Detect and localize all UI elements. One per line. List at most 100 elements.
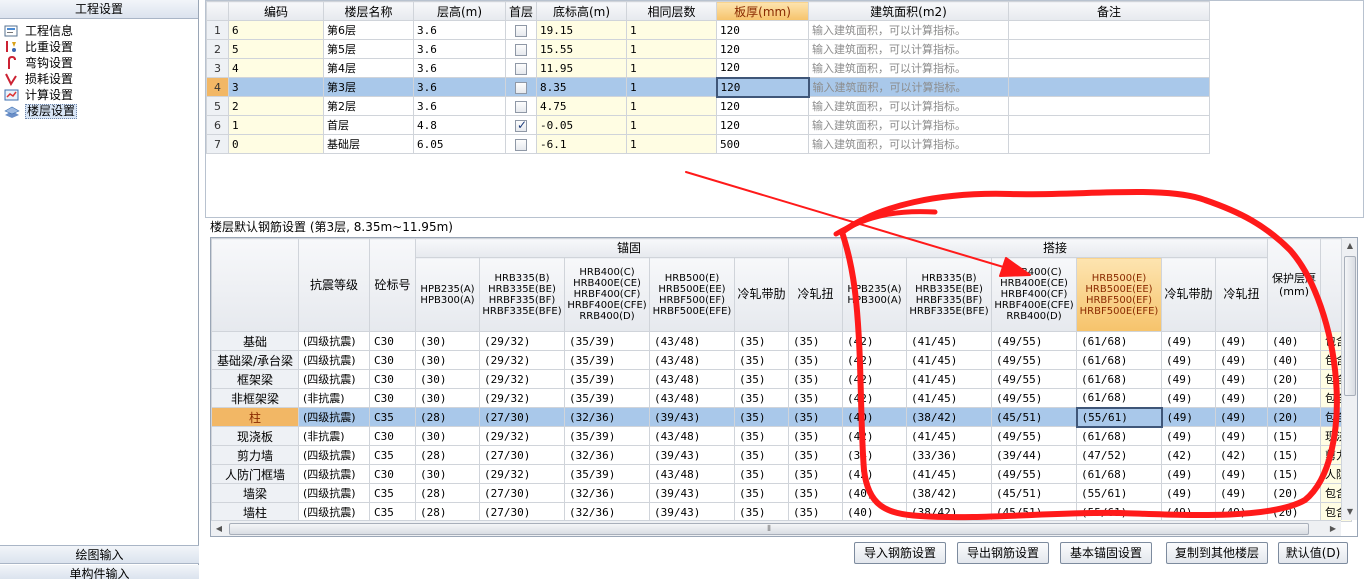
cell-code[interactable]: 1 [228,115,324,135]
cell-anchor[interactable]: (30) [415,388,480,408]
cell-area[interactable]: 输入建筑面积，可以计算指标。 [808,115,1010,135]
first-floor-checkbox[interactable] [515,43,527,56]
cell-lap[interactable]: (41/45) [906,331,992,351]
cell-lap[interactable]: (42) [1161,445,1216,465]
col-header-lap-cold-twisted[interactable]: 冷轧扭 [1215,257,1268,332]
cell-concrete[interactable]: C30 [369,388,416,408]
cell-anchor[interactable]: (35) [734,502,789,522]
cell-lap[interactable]: (49/55) [991,388,1077,408]
first-floor-checkbox[interactable] [515,81,527,94]
cell-lap[interactable]: (42) [842,426,907,446]
cell-anchor[interactable]: (35) [734,350,789,370]
cell-seismic[interactable]: (四级抗震) [298,483,370,503]
cell-anchor[interactable]: (27/30) [479,483,565,503]
cell-lap[interactable]: (61/68) [1076,369,1162,389]
cell-anchor[interactable]: (43/48) [649,331,735,351]
cell-anchor[interactable]: (30) [415,331,480,351]
cell-anchor[interactable]: (27/30) [479,445,565,465]
import-rebar-button[interactable]: 导入钢筋设置 [854,542,946,564]
cell-anchor[interactable]: (35) [734,445,789,465]
cell-seismic[interactable]: (四级抗震) [298,502,370,522]
floor-row[interactable]: 2 5 第5层 3.6 15.55 1 120 输入建筑面积，可以计算指标。 [206,39,1211,59]
col-header-height[interactable]: 层高(m) [413,1,506,21]
cell-lap[interactable]: (49) [1215,502,1268,522]
cell-slab-thickness[interactable]: 120 [716,58,810,78]
cell-same-count[interactable]: 1 [626,96,718,116]
cell-anchor[interactable]: (35/39) [564,426,650,446]
cell-lap[interactable]: (49) [1215,331,1268,351]
rebar-row[interactable]: 剪力墙 (四级抗震) C35 (28) (27/30) (32/36) (39/43) (35… [211,445,1352,465]
cell-lap[interactable]: (55/61) [1076,483,1162,503]
cell-remarks[interactable] [1008,39,1211,59]
cell-slab-thickness[interactable]: 120 [716,20,810,40]
cell-area[interactable]: 输入建筑面积，可以计算指标。 [808,134,1010,154]
cell-lap[interactable]: (49) [1161,369,1216,389]
col-header-lap-hrb335[interactable]: HRB335(B) HRB335E(BE) HRBF335(BF) HRBF33… [906,257,992,332]
cell-anchor[interactable]: (43/48) [649,369,735,389]
cell-lap[interactable]: (40) [842,483,907,503]
nav-item-floor[interactable]: 楼层设置 [0,103,198,119]
cell-lap[interactable]: (49) [1161,426,1216,446]
basic-anchor-settings-button[interactable]: 基本锚固设置 [1060,542,1152,564]
copy-to-floors-button[interactable]: 复制到其他楼层 [1166,542,1268,564]
cell-lap[interactable]: (49) [1215,350,1268,370]
cell-seismic[interactable]: (四级抗震) [298,407,370,427]
cell-same-count[interactable]: 1 [626,77,718,97]
cell-seismic[interactable]: (四级抗震) [298,331,370,351]
cell-lap[interactable]: (40) [842,407,907,427]
cell-anchor[interactable]: (29/32) [479,350,565,370]
cell-anchor[interactable]: (28) [415,502,480,522]
floor-row[interactable]: 5 2 第2层 3.6 4.75 1 120 输入建筑面积，可以计算指标。 [206,96,1211,116]
cell-bottom-elev[interactable]: -0.05 [536,115,628,135]
cell-anchor[interactable]: (35/39) [564,350,650,370]
cell-floor-name[interactable]: 第5层 [323,39,414,59]
floor-row[interactable]: 4 3 第3层 3.6 8.35 1 120 输入建筑面积，可以计算指标。 [206,76,1211,98]
cell-cover[interactable]: (15) [1267,464,1321,484]
tab-component-input[interactable]: 单构件输入 [0,565,199,579]
cell-same-count[interactable]: 1 [626,20,718,40]
cell-anchor[interactable]: (30) [415,464,480,484]
cell-lap[interactable]: (42) [842,331,907,351]
cell-lap[interactable]: (49/55) [991,426,1077,446]
vertical-scroll-thumb[interactable] [1344,256,1356,396]
cell-anchor[interactable]: (32/36) [564,445,650,465]
col-header-first-floor[interactable]: 首层 [504,1,538,21]
rebar-row[interactable]: 非框架梁 (非抗震) C30 (30) (29/32) (35/39) (43/48) (35… [211,388,1352,408]
cell-cover[interactable]: (40) [1267,350,1321,370]
cell-slab-thickness[interactable]: 120 [715,76,810,98]
cell-floor-name[interactable]: 第2层 [323,96,414,116]
cell-code[interactable]: 3 [228,77,324,97]
scroll-left-icon[interactable]: ◀ [211,521,227,537]
cell-lap[interactable]: (55/61) [1075,406,1163,428]
cell-same-count[interactable]: 1 [626,39,718,59]
cell-remarks[interactable] [1008,77,1211,97]
cell-cover[interactable]: (20) [1267,483,1321,503]
tab-drawing-input[interactable]: 绘图输入 [0,545,199,564]
cell-cover[interactable]: (20) [1267,407,1321,427]
nav-item-hook[interactable]: 弯钩设置 [0,55,198,71]
cell-anchor[interactable]: (32/36) [564,502,650,522]
first-floor-checkbox[interactable] [515,138,527,151]
col-header-anchor-cold-twisted[interactable]: 冷轧扭 [788,257,843,332]
cell-anchor[interactable]: (35) [788,426,843,446]
cell-height[interactable]: 3.6 [413,20,506,40]
cell-concrete[interactable]: C35 [369,407,416,427]
cell-anchor[interactable]: (29/32) [479,426,565,446]
scroll-down-icon[interactable]: ▼ [1342,504,1358,520]
cell-anchor[interactable]: (35) [788,331,843,351]
cell-seismic[interactable]: (四级抗震) [298,445,370,465]
cell-area[interactable]: 输入建筑面积，可以计算指标。 [808,58,1010,78]
cell-anchor[interactable]: (35/39) [564,388,650,408]
col-header-bottom-elev[interactable]: 底标高(m) [536,1,628,21]
cell-slab-thickness[interactable]: 120 [716,39,810,59]
cell-lap[interactable]: (49) [1161,483,1216,503]
cell-anchor[interactable]: (29/32) [479,331,565,351]
vertical-scrollbar[interactable]: ▲ ▼ [1341,238,1357,520]
cell-anchor[interactable]: (35/39) [564,369,650,389]
cell-concrete[interactable]: C35 [369,445,416,465]
default-value-button[interactable]: 默认值(D) [1278,542,1348,564]
cell-seismic[interactable]: (非抗震) [298,426,370,446]
cell-anchor[interactable]: (28) [415,407,480,427]
cell-anchor[interactable]: (29/32) [479,369,565,389]
col-header-floor-name[interactable]: 楼层名称 [323,1,414,21]
